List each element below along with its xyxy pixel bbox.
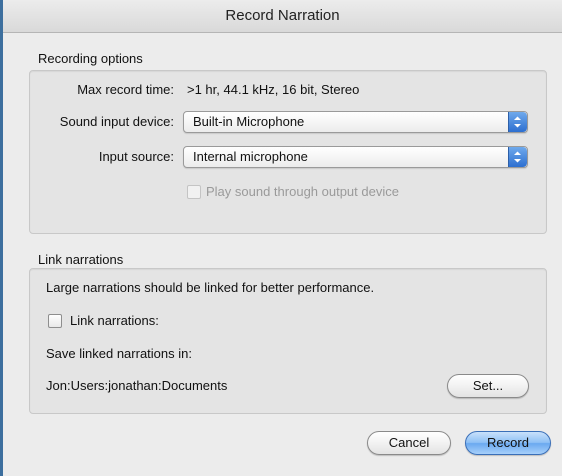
link-info-text: Large narrations should be linked for be… [46, 280, 375, 295]
window-title: Record Narration [225, 7, 340, 24]
input-source-label: Input source: [98, 149, 174, 164]
popup-arrows-icon [508, 147, 527, 167]
sound-input-device-value: Built-in Microphone [193, 114, 305, 129]
max-record-time-label: Max record time: [77, 82, 174, 97]
recording-options-title: Recording options [38, 51, 143, 66]
window-left-edge [0, 0, 3, 476]
input-source-value: Internal microphone [193, 149, 308, 164]
link-narrations-checkbox-label: Link narrations: [70, 313, 159, 328]
link-narrations-checkbox[interactable] [48, 314, 62, 328]
cancel-button[interactable]: Cancel [367, 431, 451, 455]
save-linked-label: Save linked narrations in: [46, 346, 192, 361]
set-button[interactable]: Set... [447, 374, 529, 398]
input-source-popup[interactable]: Internal microphone [183, 146, 528, 168]
link-narrations-title: Link narrations [38, 252, 124, 267]
window-titlebar[interactable]: Record Narration [3, 0, 562, 33]
sound-input-device-label: Sound input device: [59, 114, 174, 129]
sound-input-device-popup[interactable]: Built-in Microphone [183, 111, 528, 133]
record-button[interactable]: Record [465, 431, 551, 455]
max-record-time-value: >1 hr, 44.1 kHz, 16 bit, Stereo [187, 82, 360, 97]
play-through-checkbox[interactable] [187, 185, 201, 199]
popup-arrows-icon [508, 112, 527, 132]
save-path: Jon:Users:jonathan:Documents [46, 378, 228, 393]
play-through-label: Play sound through output device [206, 184, 399, 199]
